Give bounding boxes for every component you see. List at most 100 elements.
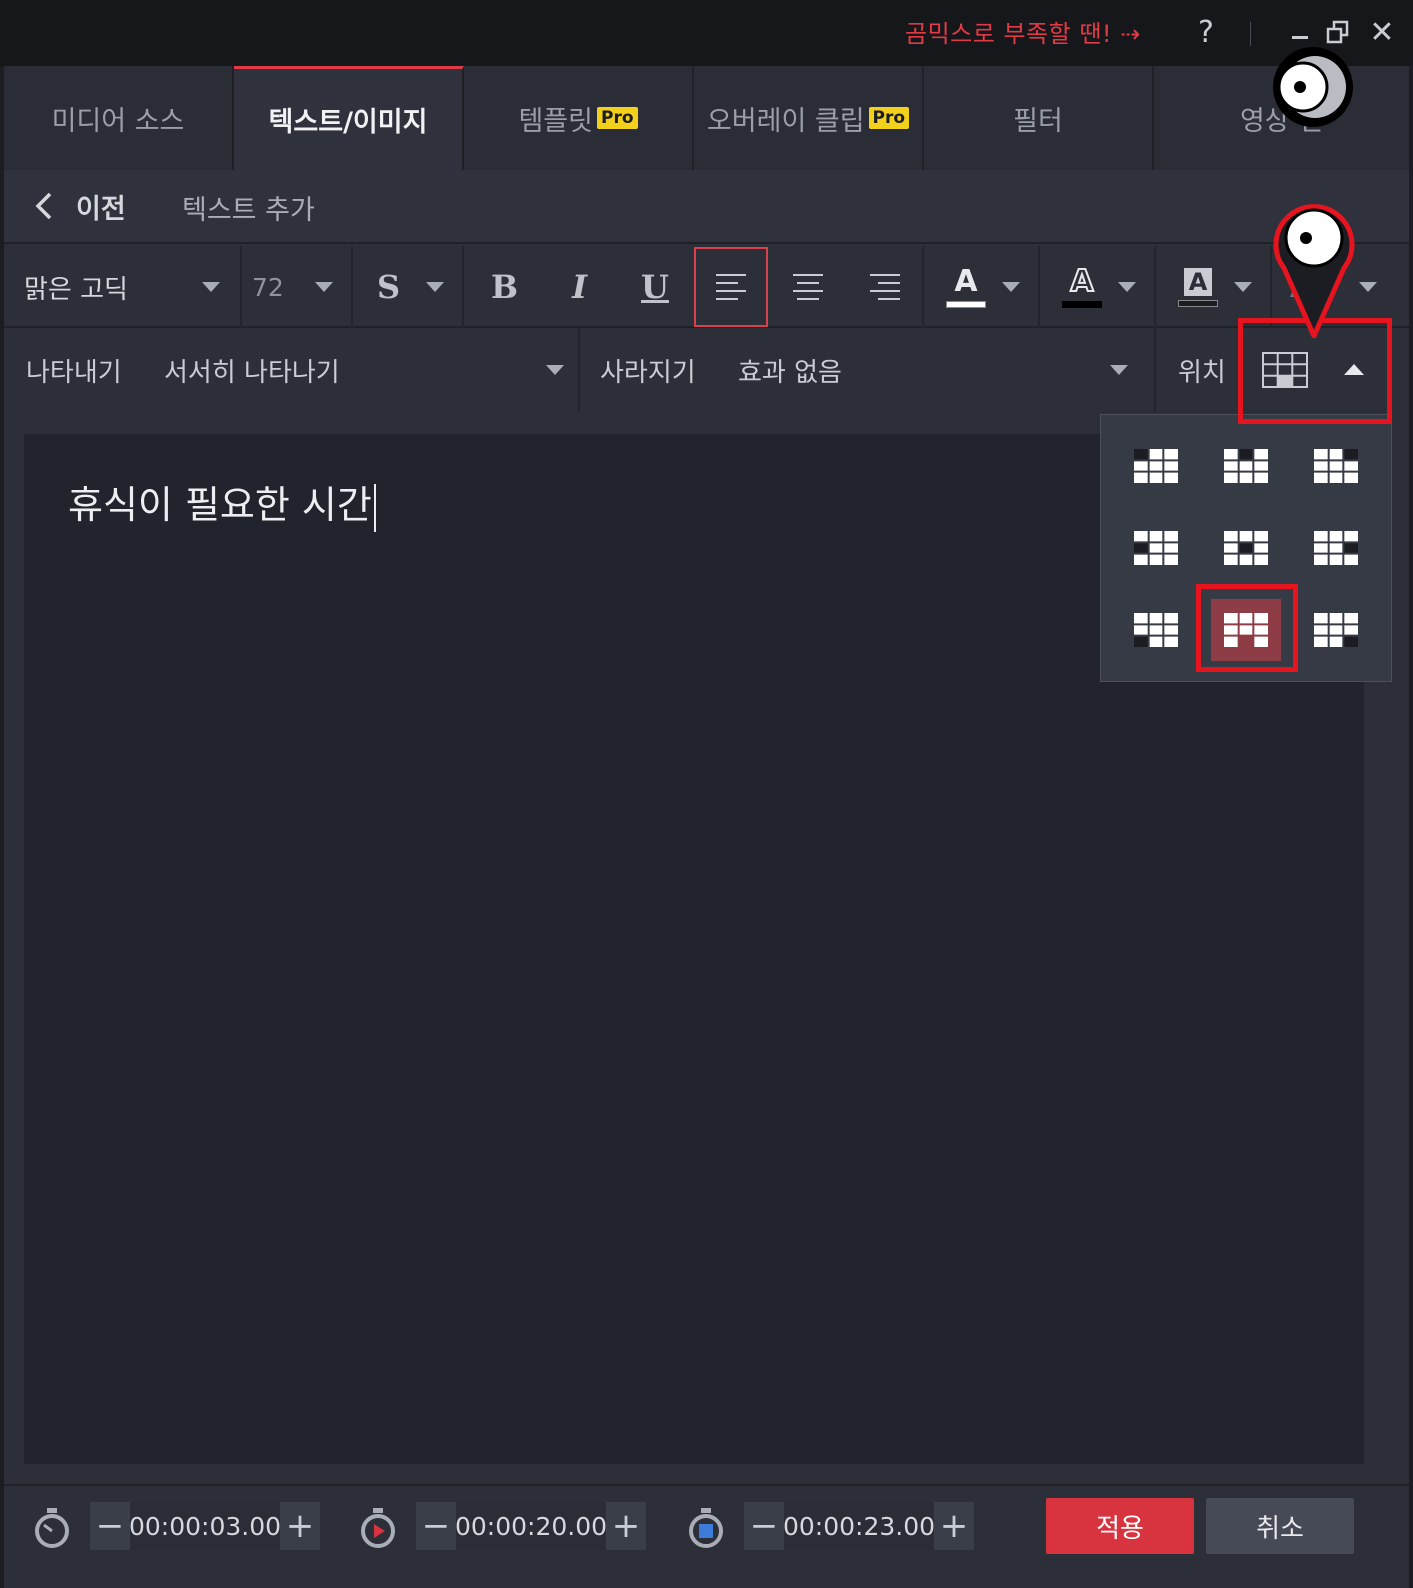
position-middle-left-button[interactable] xyxy=(1121,517,1191,579)
font-size-select[interactable]: 72 xyxy=(242,246,353,328)
outline-color-icon: A xyxy=(1062,263,1102,308)
chevron-down-icon xyxy=(1118,282,1136,292)
font-family-value: 맑은 고딕 xyxy=(24,274,128,305)
align-left-icon xyxy=(716,274,746,300)
position-popup xyxy=(1100,414,1392,682)
cancel-button[interactable]: 취소 xyxy=(1206,1498,1354,1554)
pro-badge: Pro xyxy=(597,107,638,129)
position-top-right-button[interactable] xyxy=(1301,435,1371,497)
bg-color-swatch xyxy=(1178,299,1218,307)
tab-overlay-clip[interactable]: 오버레이 클립 Pro xyxy=(694,66,924,170)
italic-button[interactable]: I xyxy=(572,268,587,306)
bold-button[interactable]: B xyxy=(491,268,518,306)
chevron-down-icon xyxy=(426,282,444,292)
grid-top-center-icon xyxy=(1224,449,1268,483)
duration-minus-button[interactable]: − xyxy=(416,1502,456,1550)
tab-label: 템플릿 xyxy=(518,105,593,137)
background-color-icon: A xyxy=(1178,267,1218,307)
sub-header: 이전 텍스트 추가 xyxy=(4,170,1409,244)
bg-letter: A xyxy=(1183,267,1213,296)
canvas-text: 휴식이 필요한 시간 xyxy=(68,483,372,527)
position-bottom-center-button[interactable] xyxy=(1211,599,1281,661)
tab-template[interactable]: 템플릿 Pro xyxy=(464,66,694,170)
align-right-icon xyxy=(870,274,900,300)
end-time-minus-button[interactable]: − xyxy=(744,1502,784,1550)
chevron-down-icon xyxy=(202,282,220,292)
start-time-stepper: − 00:00:03.00 + xyxy=(90,1502,320,1550)
promo-link[interactable]: 곰믹스로 부족할 땐! ⇢ xyxy=(905,14,1141,49)
align-center-button[interactable] xyxy=(771,247,845,327)
outline-color-button[interactable]: A xyxy=(1040,246,1156,328)
appear-label: 나타내기 xyxy=(26,358,122,388)
restore-icon xyxy=(1326,20,1349,44)
chevron-down-icon xyxy=(546,365,564,375)
text-caret xyxy=(373,483,376,532)
tab-media-source[interactable]: 미디어 소스 xyxy=(4,66,234,170)
disappear-select[interactable]: 효과 없음 xyxy=(728,328,1138,412)
grid-bottom-center-icon xyxy=(1224,613,1268,647)
help-button[interactable]: ? xyxy=(1188,12,1224,52)
align-left-button[interactable] xyxy=(694,247,768,327)
end-timer-icon xyxy=(689,1508,723,1548)
duration-plus-button[interactable]: + xyxy=(606,1502,646,1550)
end-time-input[interactable]: 00:00:23.00 xyxy=(783,1502,935,1550)
chevron-down-icon xyxy=(1002,282,1020,292)
position-label: 위치 xyxy=(1178,358,1226,388)
font-color-letter: A xyxy=(954,263,978,299)
grid-bottom-right-icon xyxy=(1314,613,1358,647)
chevron-left-icon xyxy=(35,192,52,220)
position-top-left-button[interactable] xyxy=(1121,435,1191,497)
outline-letter: A xyxy=(1069,263,1094,299)
tab-label: 미디어 소스 xyxy=(51,105,185,137)
start-time-input[interactable]: 00:00:03.00 xyxy=(129,1502,281,1550)
duration-timer-icon xyxy=(361,1508,395,1548)
tab-label: 오버레이 클립 xyxy=(706,105,865,137)
font-size-value: 72 xyxy=(252,272,284,302)
tab-filter[interactable]: 필터 xyxy=(924,66,1154,170)
position-bottom-right-button[interactable] xyxy=(1301,599,1371,661)
text-input-content[interactable]: 휴식이 필요한 시간 xyxy=(68,474,376,532)
grid-top-left-icon xyxy=(1134,449,1178,483)
chevron-down-icon xyxy=(315,282,333,292)
start-time-plus-button[interactable]: + xyxy=(280,1502,320,1550)
position-select[interactable] xyxy=(1246,328,1386,412)
apply-button[interactable]: 적용 xyxy=(1046,1498,1194,1554)
outline-color-swatch xyxy=(1062,300,1102,308)
page-title: 텍스트 추가 xyxy=(182,195,315,226)
font-family-select[interactable]: 맑은 고딕 xyxy=(4,246,242,328)
appear-select[interactable]: 서서히 나타나기 xyxy=(154,328,574,412)
close-button[interactable]: ✕ xyxy=(1364,12,1400,52)
minimize-icon xyxy=(1292,36,1308,39)
align-right-button[interactable] xyxy=(848,247,922,327)
end-time-plus-button[interactable]: + xyxy=(934,1502,974,1550)
background-color-button[interactable]: A xyxy=(1156,246,1272,328)
position-middle-right-button[interactable] xyxy=(1301,517,1371,579)
pointer-marker-icon xyxy=(1273,204,1355,338)
back-button[interactable]: 이전 xyxy=(32,184,126,228)
chevron-up-icon xyxy=(1344,364,1364,375)
main-tabs: 미디어 소스 텍스트/이미지 템플릿 Pro 오버레이 클립 Pro 필터 영상 전 xyxy=(4,66,1409,170)
grid-middle-left-icon xyxy=(1134,531,1178,565)
font-color-button[interactable]: A xyxy=(924,246,1040,328)
shadow-button[interactable]: S xyxy=(353,246,464,328)
divider xyxy=(578,328,580,412)
position-middle-center-button[interactable] xyxy=(1211,517,1281,579)
bottom-bar: − 00:00:03.00 + − 00:00:20.00 + − 00:00:… xyxy=(4,1484,1409,1588)
shadow-icon: S xyxy=(377,268,401,306)
position-top-center-button[interactable] xyxy=(1211,435,1281,497)
disappear-label: 사라지기 xyxy=(600,358,696,388)
grid-bottom-left-icon xyxy=(1134,613,1178,647)
duration-input[interactable]: 00:00:20.00 xyxy=(455,1502,607,1550)
underline-button[interactable]: U xyxy=(641,268,669,306)
mascot-eye-icon xyxy=(1273,47,1353,127)
pro-badge: Pro xyxy=(868,107,910,129)
tab-text-image[interactable]: 텍스트/이미지 xyxy=(234,66,464,170)
start-time-minus-button[interactable]: − xyxy=(90,1502,130,1550)
font-color-swatch xyxy=(946,300,986,308)
format-toolbar: 맑은 고딕 72 S B I U A A A xyxy=(4,246,1409,328)
position-bottom-left-button[interactable] xyxy=(1121,599,1191,661)
effects-row: 나타내기 서서히 나타나기 사라지기 효과 없음 위치 xyxy=(4,328,1409,412)
position-grid-icon xyxy=(1262,352,1308,388)
grid-middle-right-icon xyxy=(1314,531,1358,565)
align-center-icon xyxy=(793,274,823,300)
